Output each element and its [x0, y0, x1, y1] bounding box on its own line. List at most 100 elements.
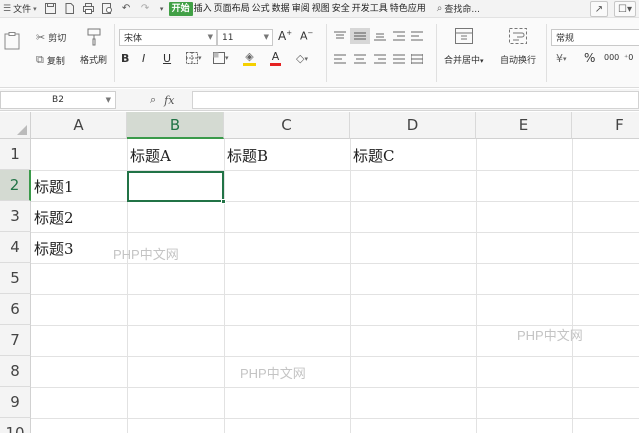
chevron-down-icon[interactable]: ▾: [158, 2, 166, 15]
chevron-down-icon: ▼: [207, 33, 213, 41]
distributed-align-button[interactable]: [411, 54, 423, 64]
tab-view[interactable]: 视图: [311, 0, 331, 17]
tab-developer[interactable]: 开发工具: [351, 0, 389, 17]
row-header-5[interactable]: 5: [0, 263, 31, 294]
column-header-c[interactable]: C: [224, 112, 350, 139]
grid-line: [476, 139, 477, 433]
insert-function-button[interactable]: fx: [164, 94, 174, 107]
tab-special-apps[interactable]: 特色应用: [389, 0, 427, 17]
column-header-e[interactable]: E: [476, 112, 572, 139]
italic-button[interactable]: I: [142, 52, 145, 65]
align-right-button[interactable]: [374, 54, 386, 64]
wrap-text-button[interactable]: 自动换行: [500, 28, 536, 66]
percent-icon: %: [584, 51, 596, 65]
bold-icon: B: [121, 52, 130, 65]
column-header-a[interactable]: A: [31, 112, 127, 139]
currency-button[interactable]: ¥ ▾: [556, 52, 567, 65]
chevron-down-icon: ▾: [480, 57, 484, 65]
column-header-d[interactable]: D: [350, 112, 476, 139]
font-name-select[interactable]: 宋体 ▼: [119, 29, 217, 46]
cell-style-button[interactable]: ▾: [213, 52, 229, 64]
row-header-6[interactable]: 6: [0, 294, 31, 325]
active-cell-b2[interactable]: [127, 171, 226, 204]
column-header-f[interactable]: F: [572, 112, 639, 139]
align-center-button[interactable]: [354, 54, 366, 64]
command-search[interactable]: ⌕ 查找命...: [437, 2, 480, 15]
underline-button[interactable]: U: [163, 52, 171, 65]
row-header-3[interactable]: 3: [0, 201, 31, 232]
align-left-button[interactable]: [334, 54, 346, 64]
name-box-value: B2: [52, 95, 64, 105]
font-size-select[interactable]: 11 ▼: [217, 29, 273, 46]
tab-security[interactable]: 安全: [331, 0, 351, 17]
increase-font-icon: A+: [278, 29, 293, 43]
justify-icon: [393, 54, 405, 64]
align-middle-button[interactable]: [350, 28, 370, 44]
indent-increase-button[interactable]: [411, 31, 423, 41]
tab-formulas[interactable]: 公式: [251, 0, 271, 17]
tab-insert[interactable]: 插入: [193, 0, 213, 17]
tab-review[interactable]: 审阅: [291, 0, 311, 17]
grid-line: [31, 387, 639, 388]
align-top-button[interactable]: [334, 31, 346, 41]
copy-button[interactable]: ⧉ 复制: [36, 53, 65, 67]
grid-line: [31, 263, 639, 264]
font-color-button[interactable]: A: [270, 50, 281, 66]
clear-format-button[interactable]: ◇ ▾: [296, 52, 308, 65]
tab-data[interactable]: 数据: [271, 0, 291, 17]
align-bottom-button[interactable]: [374, 31, 386, 41]
bold-button[interactable]: B: [121, 52, 129, 65]
row-header-10[interactable]: 10: [0, 418, 31, 433]
copy-icon: ⧉: [36, 53, 44, 66]
chevron-down-icon: ▼: [105, 96, 111, 104]
select-all-corner[interactable]: [0, 112, 31, 139]
fill-color-button[interactable]: ◈: [243, 50, 256, 66]
cut-button[interactable]: ✂ 剪切: [36, 31, 66, 44]
file-menu[interactable]: ☰ 文件 ▾: [0, 2, 41, 16]
cell-c1[interactable]: 标题B: [224, 141, 350, 170]
name-box[interactable]: B2 ▼: [0, 91, 116, 109]
tab-page-layout[interactable]: 页面布局: [213, 0, 251, 17]
borders-button[interactable]: ▾: [186, 52, 202, 64]
cell-d1[interactable]: 标题C: [350, 141, 476, 170]
thousands-separator-icon: 000: [604, 53, 620, 62]
increase-decimal-button[interactable]: ⁺0: [624, 53, 633, 62]
number-format-select[interactable]: 常规: [551, 29, 639, 46]
cloud-sync-icon[interactable]: ☐▾: [614, 1, 636, 17]
share-icon[interactable]: ↗: [590, 1, 608, 17]
command-search-label: 查找命...: [444, 5, 480, 15]
save-icon[interactable]: [44, 2, 57, 15]
justify-button[interactable]: [393, 54, 405, 64]
tab-home[interactable]: 开始: [168, 1, 193, 16]
format-painter-button[interactable]: 格式刷: [80, 28, 107, 66]
percent-button[interactable]: %: [584, 51, 595, 65]
row-header-1[interactable]: 1: [0, 139, 31, 170]
print-icon[interactable]: [82, 2, 95, 15]
row-header-9[interactable]: 9: [0, 387, 31, 418]
fill-color-swatch: [243, 63, 256, 66]
print-preview-icon[interactable]: [101, 2, 114, 15]
row-header-4[interactable]: 4: [0, 232, 31, 263]
merge-center-button[interactable]: 合并居中▾: [444, 28, 484, 66]
increase-font-button[interactable]: A+: [278, 29, 292, 43]
row-header-7[interactable]: 7: [0, 325, 31, 356]
zoom-search-icon[interactable]: ⌕: [150, 93, 156, 107]
export-pdf-icon[interactable]: [63, 2, 76, 15]
column-header-b[interactable]: B: [127, 112, 224, 139]
formula-input[interactable]: [192, 91, 639, 109]
paste-button[interactable]: [4, 32, 20, 50]
cell-a2[interactable]: 标题1: [31, 171, 127, 201]
cell-b1[interactable]: 标题A: [127, 141, 224, 170]
thousands-separator-button[interactable]: 000: [604, 53, 619, 62]
row-header-8[interactable]: 8: [0, 356, 31, 387]
ribbon-divider: [114, 24, 115, 82]
indent-decrease-button[interactable]: [393, 31, 405, 41]
merge-center-label: 合并居中: [444, 56, 481, 66]
grid-line: [224, 139, 225, 433]
cell-a3[interactable]: 标题2: [31, 202, 127, 232]
undo-icon[interactable]: ↶: [120, 2, 133, 15]
redo-icon[interactable]: ↷: [139, 2, 152, 15]
row-header-2[interactable]: 2: [0, 170, 31, 201]
fill-handle[interactable]: [221, 199, 226, 204]
decrease-font-button[interactable]: A−: [300, 29, 313, 43]
